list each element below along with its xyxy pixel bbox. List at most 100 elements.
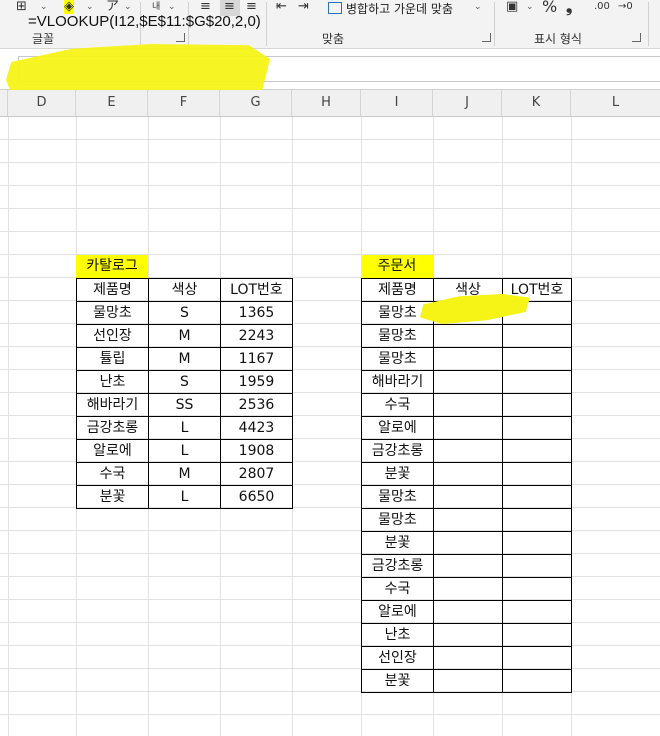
font-dialog-launcher-icon[interactable] <box>176 33 185 42</box>
merge-center-button[interactable]: 병합하고 가운데 맞춤 <box>328 0 453 17</box>
decrease-indent-icon[interactable]: ⇤ <box>276 0 287 14</box>
increase-decimal-button[interactable]: .00 <box>594 0 610 14</box>
order-title[interactable]: 주문서 <box>361 255 433 278</box>
catalog-cell[interactable]: 수국 <box>76 462 149 486</box>
phonetic-dropdown-icon[interactable]: ⌄ <box>168 2 176 12</box>
font-color-icon[interactable]: ア <box>106 0 119 14</box>
order-cell[interactable] <box>433 554 503 578</box>
borders-icon[interactable]: ⊞ <box>16 0 27 14</box>
order-cell[interactable] <box>502 370 572 394</box>
order-cell[interactable] <box>502 600 572 624</box>
catalog-cell[interactable]: 4423 <box>220 416 293 440</box>
catalog-header-cell[interactable]: 색상 <box>148 278 221 302</box>
catalog-cell[interactable]: 튤립 <box>76 347 149 371</box>
comma-style-button[interactable]: ❟ <box>566 0 572 15</box>
catalog-cell[interactable]: 2536 <box>220 393 293 417</box>
order-cell[interactable] <box>502 439 572 463</box>
order-cell[interactable] <box>502 669 572 693</box>
align-center-icon[interactable]: ≡ <box>224 0 235 14</box>
column-header-h[interactable]: H <box>292 90 361 116</box>
order-cell[interactable]: 물망초 <box>361 347 434 371</box>
order-cell[interactable]: 분꽃 <box>361 669 434 693</box>
order-cell[interactable] <box>502 508 572 532</box>
order-cell[interactable] <box>433 485 503 509</box>
catalog-cell[interactable]: M <box>148 324 221 348</box>
catalog-cell[interactable]: 1959 <box>220 370 293 394</box>
order-cell[interactable] <box>502 393 572 417</box>
order-cell[interactable]: 수국 <box>361 393 434 417</box>
currency-format-icon[interactable]: ▣ <box>506 0 518 14</box>
order-cell[interactable] <box>433 416 503 440</box>
decrease-decimal-button[interactable]: →0 <box>618 0 633 14</box>
catalog-header-cell[interactable]: 제품명 <box>76 278 149 302</box>
order-cell[interactable] <box>433 439 503 463</box>
order-cell[interactable]: 물망초 <box>361 324 434 348</box>
order-cell[interactable]: 분꽃 <box>361 531 434 555</box>
order-cell[interactable] <box>433 370 503 394</box>
align-right-icon[interactable]: ≡ <box>246 0 257 14</box>
catalog-cell[interactable]: 물망초 <box>76 301 149 325</box>
column-header-k[interactable]: K <box>502 90 571 116</box>
order-cell[interactable]: 알로에 <box>361 416 434 440</box>
order-cell[interactable] <box>433 577 503 601</box>
order-cell[interactable]: 물망초 <box>361 485 434 509</box>
order-cell[interactable]: 수국 <box>361 577 434 601</box>
order-cell[interactable] <box>502 554 572 578</box>
catalog-cell[interactable]: 2807 <box>220 462 293 486</box>
column-header-d[interactable]: D <box>8 90 76 116</box>
order-cell[interactable]: 알로에 <box>361 600 434 624</box>
column-header-l[interactable]: L <box>571 90 660 116</box>
order-cell[interactable] <box>502 646 572 670</box>
order-cell[interactable] <box>502 577 572 601</box>
font-color-dropdown-icon[interactable]: ⌄ <box>124 2 132 12</box>
catalog-cell[interactable]: 선인장 <box>76 324 149 348</box>
catalog-cell[interactable]: 분꽃 <box>76 485 149 509</box>
currency-dropdown-icon[interactable]: ⌄ <box>526 2 534 12</box>
order-cell[interactable]: 분꽃 <box>361 462 434 486</box>
order-cell[interactable] <box>433 324 503 348</box>
catalog-cell[interactable]: L <box>148 485 221 509</box>
order-cell[interactable] <box>433 508 503 532</box>
percent-style-button[interactable]: % <box>542 0 557 15</box>
column-header-j[interactable]: J <box>433 90 502 116</box>
catalog-cell[interactable]: SS <box>148 393 221 417</box>
merge-dropdown-icon[interactable]: ⌄ <box>474 2 482 12</box>
catalog-cell[interactable]: 2243 <box>220 324 293 348</box>
catalog-cell[interactable]: 1167 <box>220 347 293 371</box>
column-header-partial[interactable] <box>0 90 8 116</box>
catalog-title[interactable]: 카탈로그 <box>76 255 148 278</box>
number-dialog-launcher-icon[interactable] <box>632 33 641 42</box>
order-cell[interactable] <box>433 669 503 693</box>
catalog-cell[interactable]: 1365 <box>220 301 293 325</box>
catalog-cell[interactable]: 6650 <box>220 485 293 509</box>
fill-color-dropdown-icon[interactable]: ⌄ <box>86 2 94 12</box>
order-cell[interactable] <box>433 646 503 670</box>
borders-dropdown-icon[interactable]: ⌄ <box>40 2 48 12</box>
catalog-cell[interactable]: 난초 <box>76 370 149 394</box>
catalog-cell[interactable]: 1908 <box>220 439 293 463</box>
order-cell[interactable]: 금강초롱 <box>361 554 434 578</box>
increase-indent-icon[interactable]: ⇥ <box>298 0 309 14</box>
catalog-cell[interactable]: S <box>148 370 221 394</box>
order-cell[interactable] <box>502 485 572 509</box>
catalog-header-cell[interactable]: LOT번호 <box>220 278 293 302</box>
order-cell[interactable] <box>433 347 503 371</box>
order-cell[interactable]: 해바라기 <box>361 370 434 394</box>
order-cell[interactable] <box>433 531 503 555</box>
formula-text[interactable]: =VLOOKUP(I12,$E$11:$G$20,2,0) <box>28 13 261 30</box>
catalog-cell[interactable]: L <box>148 439 221 463</box>
order-cell[interactable] <box>502 324 572 348</box>
order-cell[interactable]: 금강초롱 <box>361 439 434 463</box>
alignment-dialog-launcher-icon[interactable] <box>482 33 491 42</box>
catalog-cell[interactable]: 알로에 <box>76 439 149 463</box>
column-header-f[interactable]: F <box>148 90 220 116</box>
column-header-e[interactable]: E <box>76 90 148 116</box>
catalog-cell[interactable]: 금강초롱 <box>76 416 149 440</box>
order-cell[interactable] <box>433 623 503 647</box>
order-cell[interactable]: 물망초 <box>361 508 434 532</box>
order-cell[interactable] <box>502 347 572 371</box>
catalog-cell[interactable]: M <box>148 347 221 371</box>
order-cell[interactable] <box>502 416 572 440</box>
order-cell[interactable] <box>502 623 572 647</box>
order-cell[interactable]: 난초 <box>361 623 434 647</box>
